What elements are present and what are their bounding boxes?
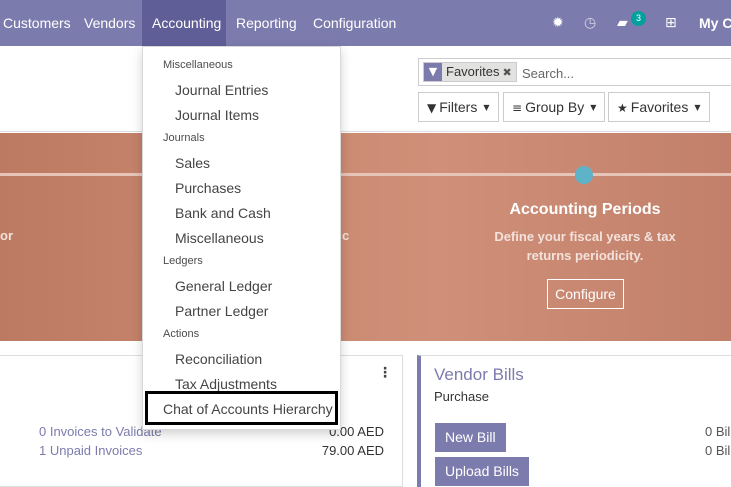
configure-button[interactable]: Configure — [547, 279, 624, 309]
company-switcher[interactable]: My C — [699, 0, 731, 46]
menu-item-reconciliation[interactable]: Reconciliation — [175, 351, 262, 367]
facet-label: Favorites — [446, 64, 500, 79]
menu-item-journal-items[interactable]: Journal Items — [175, 107, 259, 123]
description-line-1: Define your fiscal years & tax — [494, 229, 676, 244]
kebab-menu-icon[interactable]: ⋮ — [378, 365, 392, 381]
menu-item-chart-of-accounts-hierarchy[interactable]: Chat of Accounts Hierarchy — [163, 401, 333, 417]
bars-icon: ≡ — [512, 101, 523, 115]
caret-down-icon: ▼ — [590, 103, 597, 113]
progress-line — [0, 173, 731, 176]
group-by-label: Group By — [525, 99, 585, 115]
menu-item-miscellaneous[interactable]: Miscellaneous — [175, 230, 264, 246]
nav-customers[interactable]: Customers — [3, 0, 71, 46]
section-header-journals: Journals — [163, 132, 205, 144]
bills-count-2[interactable]: 0 Bil — [705, 443, 730, 458]
accounting-periods-title: Accounting Periods — [509, 201, 661, 218]
messages-count-badge: 3 — [631, 11, 646, 26]
accounting-periods-description: Define your fiscal years & tax returns p… — [480, 227, 690, 265]
section-header-miscellaneous: Miscellaneous — [163, 59, 233, 71]
filter-icon: ▼ — [424, 63, 442, 81]
section-header-actions: Actions — [163, 328, 200, 340]
favorites-button[interactable]: ★ Favorites ▼ — [608, 92, 710, 122]
nav-configuration[interactable]: Configuration — [313, 0, 396, 46]
unpaid-invoices-link[interactable]: 1 Unpaid Invoices — [39, 443, 142, 458]
unpaid-invoices-amount: 79.00 AED — [321, 443, 384, 458]
menu-item-purchases[interactable]: Purchases — [175, 180, 241, 196]
upload-bills-button[interactable]: Upload Bills — [435, 457, 529, 486]
vendor-bills-title[interactable]: Vendor Bills — [434, 365, 524, 385]
star-icon: ★ — [617, 101, 628, 115]
bills-count-1[interactable]: 0 Bil — [705, 424, 730, 439]
filters-button[interactable]: ▼ Filters ▼ — [418, 92, 499, 122]
banner-mid-fragment: c — [342, 228, 350, 243]
filter-icon: ▼ — [427, 101, 437, 115]
search-facet: ▼ Favorites ✖ — [423, 62, 517, 82]
menu-item-tax-adjustments[interactable]: Tax Adjustments — [175, 376, 277, 392]
description-line-2: returns periodicity. — [526, 248, 644, 263]
menu-item-partner-ledger[interactable]: Partner Ledger — [175, 303, 268, 319]
gift-icon[interactable]: ⊞ — [665, 0, 677, 46]
banner-left-fragment: or — [0, 228, 13, 243]
favorites-label: Favorites — [630, 99, 689, 115]
clock-icon[interactable]: ◷ — [584, 0, 596, 46]
nav-vendors[interactable]: Vendors — [84, 0, 135, 46]
step-dot — [575, 166, 593, 184]
menu-item-journal-entries[interactable]: Journal Entries — [175, 82, 268, 98]
control-panel: ▼Favorites✖ ▼Filters▼ ≡Group By▼ ★Favori… — [0, 46, 731, 132]
top-navbar: Customers Vendors Accounting Reporting C… — [0, 0, 731, 46]
search-box[interactable]: ▼ Favorites ✖ — [418, 58, 731, 86]
menu-item-sales[interactable]: Sales — [175, 155, 210, 171]
group-by-button[interactable]: ≡ Group By ▼ — [503, 92, 606, 122]
menu-item-general-ledger[interactable]: General Ledger — [175, 278, 272, 294]
filters-label: Filters — [439, 99, 478, 115]
remove-facet-icon[interactable]: ✖ — [502, 66, 515, 79]
search-input[interactable] — [522, 63, 731, 83]
section-header-ledgers: Ledgers — [163, 255, 203, 267]
menu-item-bank-and-cash[interactable]: Bank and Cash — [175, 205, 271, 221]
new-bill-button[interactable]: New Bill — [435, 423, 506, 452]
nav-accounting[interactable]: Accounting — [142, 0, 226, 46]
caret-down-icon: ▼ — [694, 103, 701, 113]
nav-reporting[interactable]: Reporting — [236, 0, 297, 46]
onboarding-banner: or c Accounting Periods Define your fisc… — [0, 133, 731, 341]
vendor-bills-subtitle: Purchase — [434, 389, 489, 404]
caret-down-icon: ▼ — [483, 103, 490, 113]
chat-icon[interactable]: ▰ — [617, 0, 628, 46]
bug-icon[interactable]: ✹ — [552, 0, 564, 46]
